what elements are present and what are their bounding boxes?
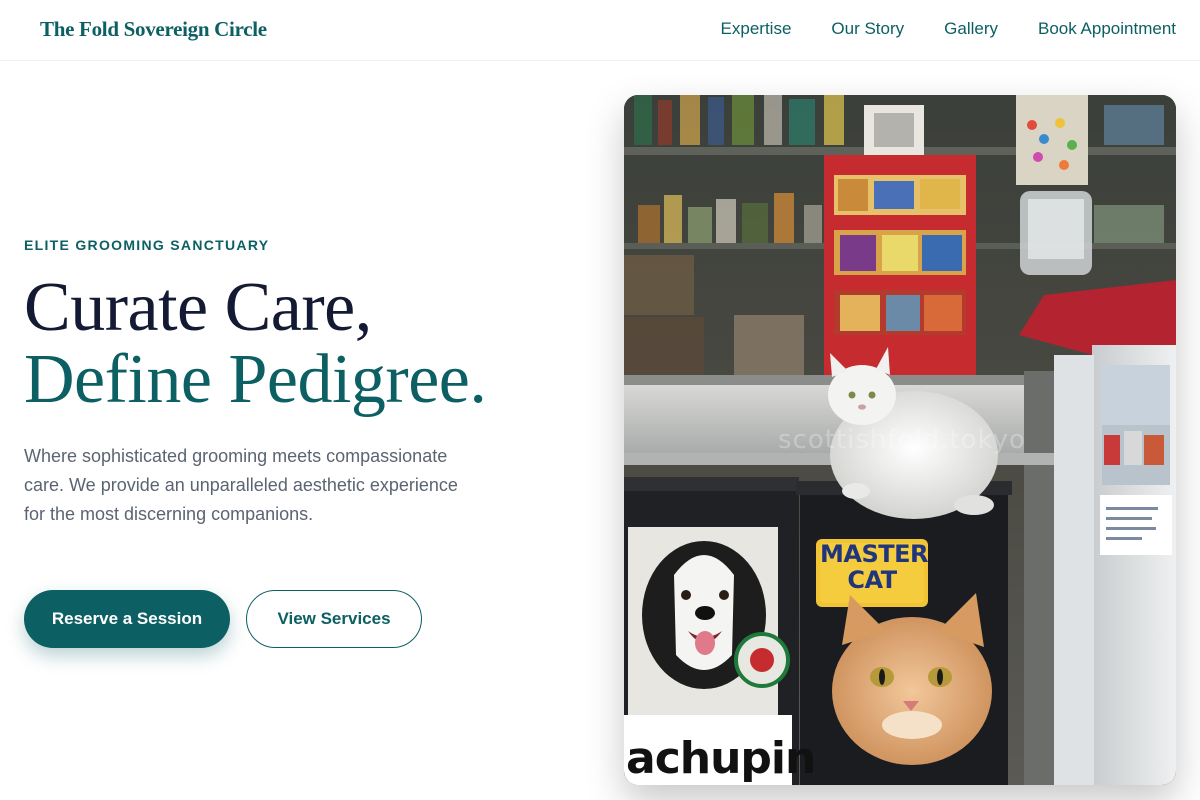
main-nav: Expertise Our Story Gallery Book Appoint… (721, 19, 1176, 39)
nav-expertise[interactable]: Expertise (721, 19, 792, 39)
nav-book-appointment[interactable]: Book Appointment (1038, 19, 1176, 39)
achupin-bag-label: achupin (626, 733, 816, 784)
brand-logo[interactable]: The Fold Sovereign Circle (40, 17, 267, 42)
headline-line-2: Define Pedigree. (24, 341, 487, 418)
nav-gallery[interactable]: Gallery (944, 19, 998, 39)
view-services-button[interactable]: View Services (246, 590, 422, 648)
nav-our-story[interactable]: Our Story (831, 19, 904, 39)
photo-watermark: scottishfold.tokyo (778, 425, 1026, 455)
reserve-session-button[interactable]: Reserve a Session (24, 590, 230, 648)
hero-photo-cats-in-shop: scottishfold.tokyo MASTER CAT achupin (624, 95, 1176, 785)
master-cat-bag-label: MASTER CAT (820, 540, 929, 594)
hero-description: Where sophisticated grooming meets compa… (24, 446, 458, 524)
hero-eyebrow: ELITE GROOMING SANCTUARY (24, 237, 270, 253)
headline-line-1: Curate Care, (24, 269, 372, 346)
site-header: The Fold Sovereign Circle Expertise Our … (0, 0, 1200, 61)
hero-headline: Curate Care, Define Pedigree. (24, 269, 487, 418)
